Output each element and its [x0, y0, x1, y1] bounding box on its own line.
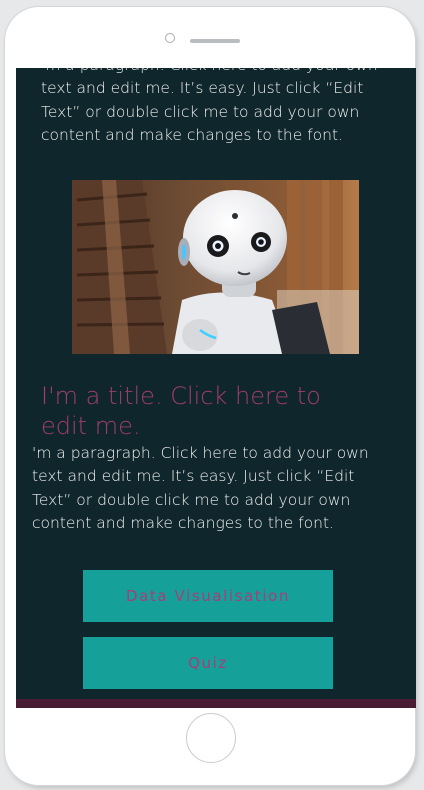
top-paragraph[interactable]: 'm a paragraph. Click here to add your o… [41, 68, 381, 147]
speaker-grille [190, 39, 240, 43]
phone-screen: 'm a paragraph. Click here to add your o… [16, 68, 416, 708]
home-button-icon[interactable] [186, 713, 236, 763]
body-paragraph[interactable]: 'm a paragraph. Click here to add your o… [32, 442, 372, 535]
robot-image [72, 180, 359, 354]
quiz-button[interactable]: Quiz [83, 637, 333, 689]
front-camera-icon [165, 33, 175, 43]
page-title[interactable]: I'm a title. Click here to edit me. [41, 381, 371, 441]
data-visualisation-button[interactable]: Data Visualisation [83, 570, 333, 622]
phone-frame: 'm a paragraph. Click here to add your o… [5, 7, 416, 785]
footer-bar [16, 699, 416, 708]
robot-photo-icon [72, 180, 359, 354]
